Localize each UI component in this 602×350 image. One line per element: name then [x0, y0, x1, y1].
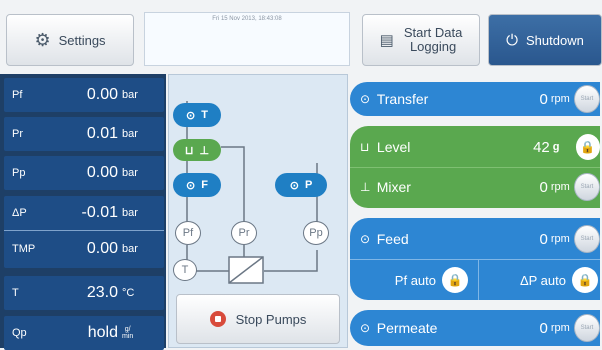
pf-auto-lock-button[interactable]: 🔒	[442, 267, 468, 293]
level-lock-button[interactable]: 🔒	[575, 134, 600, 160]
measurement-unit: bar	[122, 207, 138, 219]
mixer-icon: ⊥	[360, 180, 371, 194]
level-mixer-node[interactable]: ⊔ ⊥	[173, 139, 221, 161]
permeate-unit: rpm	[550, 322, 570, 334]
pump-t-label: T	[201, 109, 208, 121]
transfer-row: ⊙ Transfer 0 rpm Start	[350, 82, 600, 116]
measurement-label: ΔP	[12, 207, 27, 219]
measurement-unit: bar	[122, 89, 138, 101]
mixer-value: 0	[539, 178, 548, 196]
gear-icon: ⚙	[34, 29, 51, 50]
measurement-label: Pr	[12, 128, 23, 140]
measurement-value: -0.01	[81, 204, 118, 221]
level-unit: g	[552, 141, 560, 153]
start-logging-button[interactable]: ▤ Start Data Logging	[362, 14, 480, 66]
dp-auto-lock-button[interactable]: 🔒	[572, 267, 598, 293]
sensor-t: T	[173, 259, 197, 281]
permeate-row: ⊙ Permeate 0 rpm Start	[350, 310, 600, 346]
permeate-value: 0	[539, 319, 548, 337]
pump-icon: ⊙	[360, 321, 371, 335]
lock-icon: 🔒	[580, 140, 596, 154]
pf-auto-control: Pf auto 🔒	[350, 260, 478, 300]
pump-icon: ⊙	[360, 92, 371, 106]
logging-label-1: Start Data	[403, 25, 463, 40]
pump-t[interactable]: ⊙ T	[173, 103, 221, 127]
measurement-dp-tmp: ΔP -0.01 bar TMP 0.00 bar	[4, 196, 164, 268]
sensor-pp: Pp	[303, 221, 329, 245]
lock-icon: 🔒	[577, 273, 593, 287]
pump-icon: ⊙	[360, 232, 371, 246]
pump-icon: ⊙	[186, 109, 196, 122]
mixer-icon: ⊥	[199, 144, 210, 157]
measurement-label: TMP	[12, 243, 36, 255]
measurement-label: Pp	[12, 167, 26, 179]
dp-auto-control: ΔP auto 🔒	[479, 260, 600, 300]
stop-pumps-button[interactable]: Stop Pumps	[176, 294, 340, 344]
pump-p[interactable]: ⊙ P	[275, 173, 327, 197]
stop-pumps-label: Stop Pumps	[235, 311, 307, 327]
level-row: ⊔ Level 42 g 🔒	[350, 128, 600, 166]
logging-label-2: Logging	[409, 39, 457, 54]
pump-f[interactable]: ⊙ F	[173, 173, 221, 197]
feed-unit: rpm	[550, 233, 570, 245]
permeate-start-button[interactable]: Start	[573, 314, 600, 342]
measurement-value: 0.00	[86, 240, 118, 257]
measurement-unit: bar	[122, 167, 138, 179]
measurement-pf: Pf 0.00 bar	[4, 78, 164, 112]
permeate-label: Permeate	[376, 320, 438, 336]
transfer-value: 0	[539, 90, 548, 108]
measurement-unit: bar	[122, 243, 138, 255]
settings-label: Settings	[58, 32, 106, 48]
dp-auto-label: ΔP auto	[519, 272, 566, 288]
measurement-label: T	[12, 287, 19, 299]
settings-button[interactable]: ⚙ Settings	[6, 14, 134, 66]
pf-auto-label: Pf auto	[394, 272, 436, 288]
power-icon: ⏻	[506, 31, 519, 49]
pump-icon: ⊙	[186, 179, 196, 192]
measurement-pr: Pr 0.01 bar	[4, 117, 164, 151]
level-value: 42	[533, 138, 550, 156]
pump-icon: ⊙	[289, 179, 299, 192]
mixer-label: Mixer	[376, 179, 411, 195]
shutdown-label: Shutdown	[526, 32, 584, 48]
lock-icon: 🔒	[447, 273, 463, 287]
pump-f-label: F	[201, 179, 208, 191]
measurement-pp: Pp 0.00 bar	[4, 156, 164, 190]
measurement-t: T 23.0 °C	[4, 276, 164, 310]
measurement-value: hold	[87, 324, 118, 341]
stop-icon	[209, 311, 226, 327]
mixer-row: ⊥ Mixer 0 rpm Start	[350, 168, 600, 206]
level-icon: ⊔	[184, 144, 194, 157]
transfer-start-button[interactable]: Start	[573, 85, 600, 113]
document-icon: ▤	[379, 32, 394, 49]
transfer-label: Transfer	[376, 91, 429, 107]
measurement-value: 0.00	[86, 164, 118, 181]
sensor-pf: Pf	[175, 221, 201, 245]
datetime-text: Fri 15 Nov 2013, 18:43:08	[212, 16, 282, 22]
measurement-value: 0.01	[86, 125, 118, 142]
level-icon: ⊔	[360, 140, 370, 154]
mixer-unit: rpm	[550, 181, 570, 193]
measurement-unit-bottom: min	[122, 333, 134, 340]
feed-row: ⊙ Feed 0 rpm Start	[350, 220, 600, 258]
measurement-value: 23.0	[86, 284, 118, 301]
measurement-unit: °C	[122, 287, 135, 299]
measurement-label: Qp	[12, 327, 27, 339]
feed-value: 0	[539, 230, 548, 248]
feed-label: Feed	[376, 231, 409, 247]
measurement-qp: Qp hold g/ min	[4, 316, 164, 350]
mixer-start-button[interactable]: Start	[573, 173, 600, 201]
level-label: Level	[376, 139, 411, 155]
measurement-unit: bar	[122, 128, 138, 140]
shutdown-button[interactable]: ⏻ Shutdown	[488, 14, 602, 66]
measurement-label: Pf	[12, 89, 23, 101]
sensor-pr: Pr	[231, 221, 257, 245]
datetime-display: Fri 15 Nov 2013, 18:43:08	[144, 12, 350, 66]
pump-p-label: P	[304, 179, 313, 191]
measurement-value: 0.00	[86, 86, 118, 103]
transfer-unit: rpm	[550, 93, 570, 105]
measurement-unit-top: g/	[124, 326, 131, 333]
feed-start-button[interactable]: Start	[573, 225, 600, 253]
